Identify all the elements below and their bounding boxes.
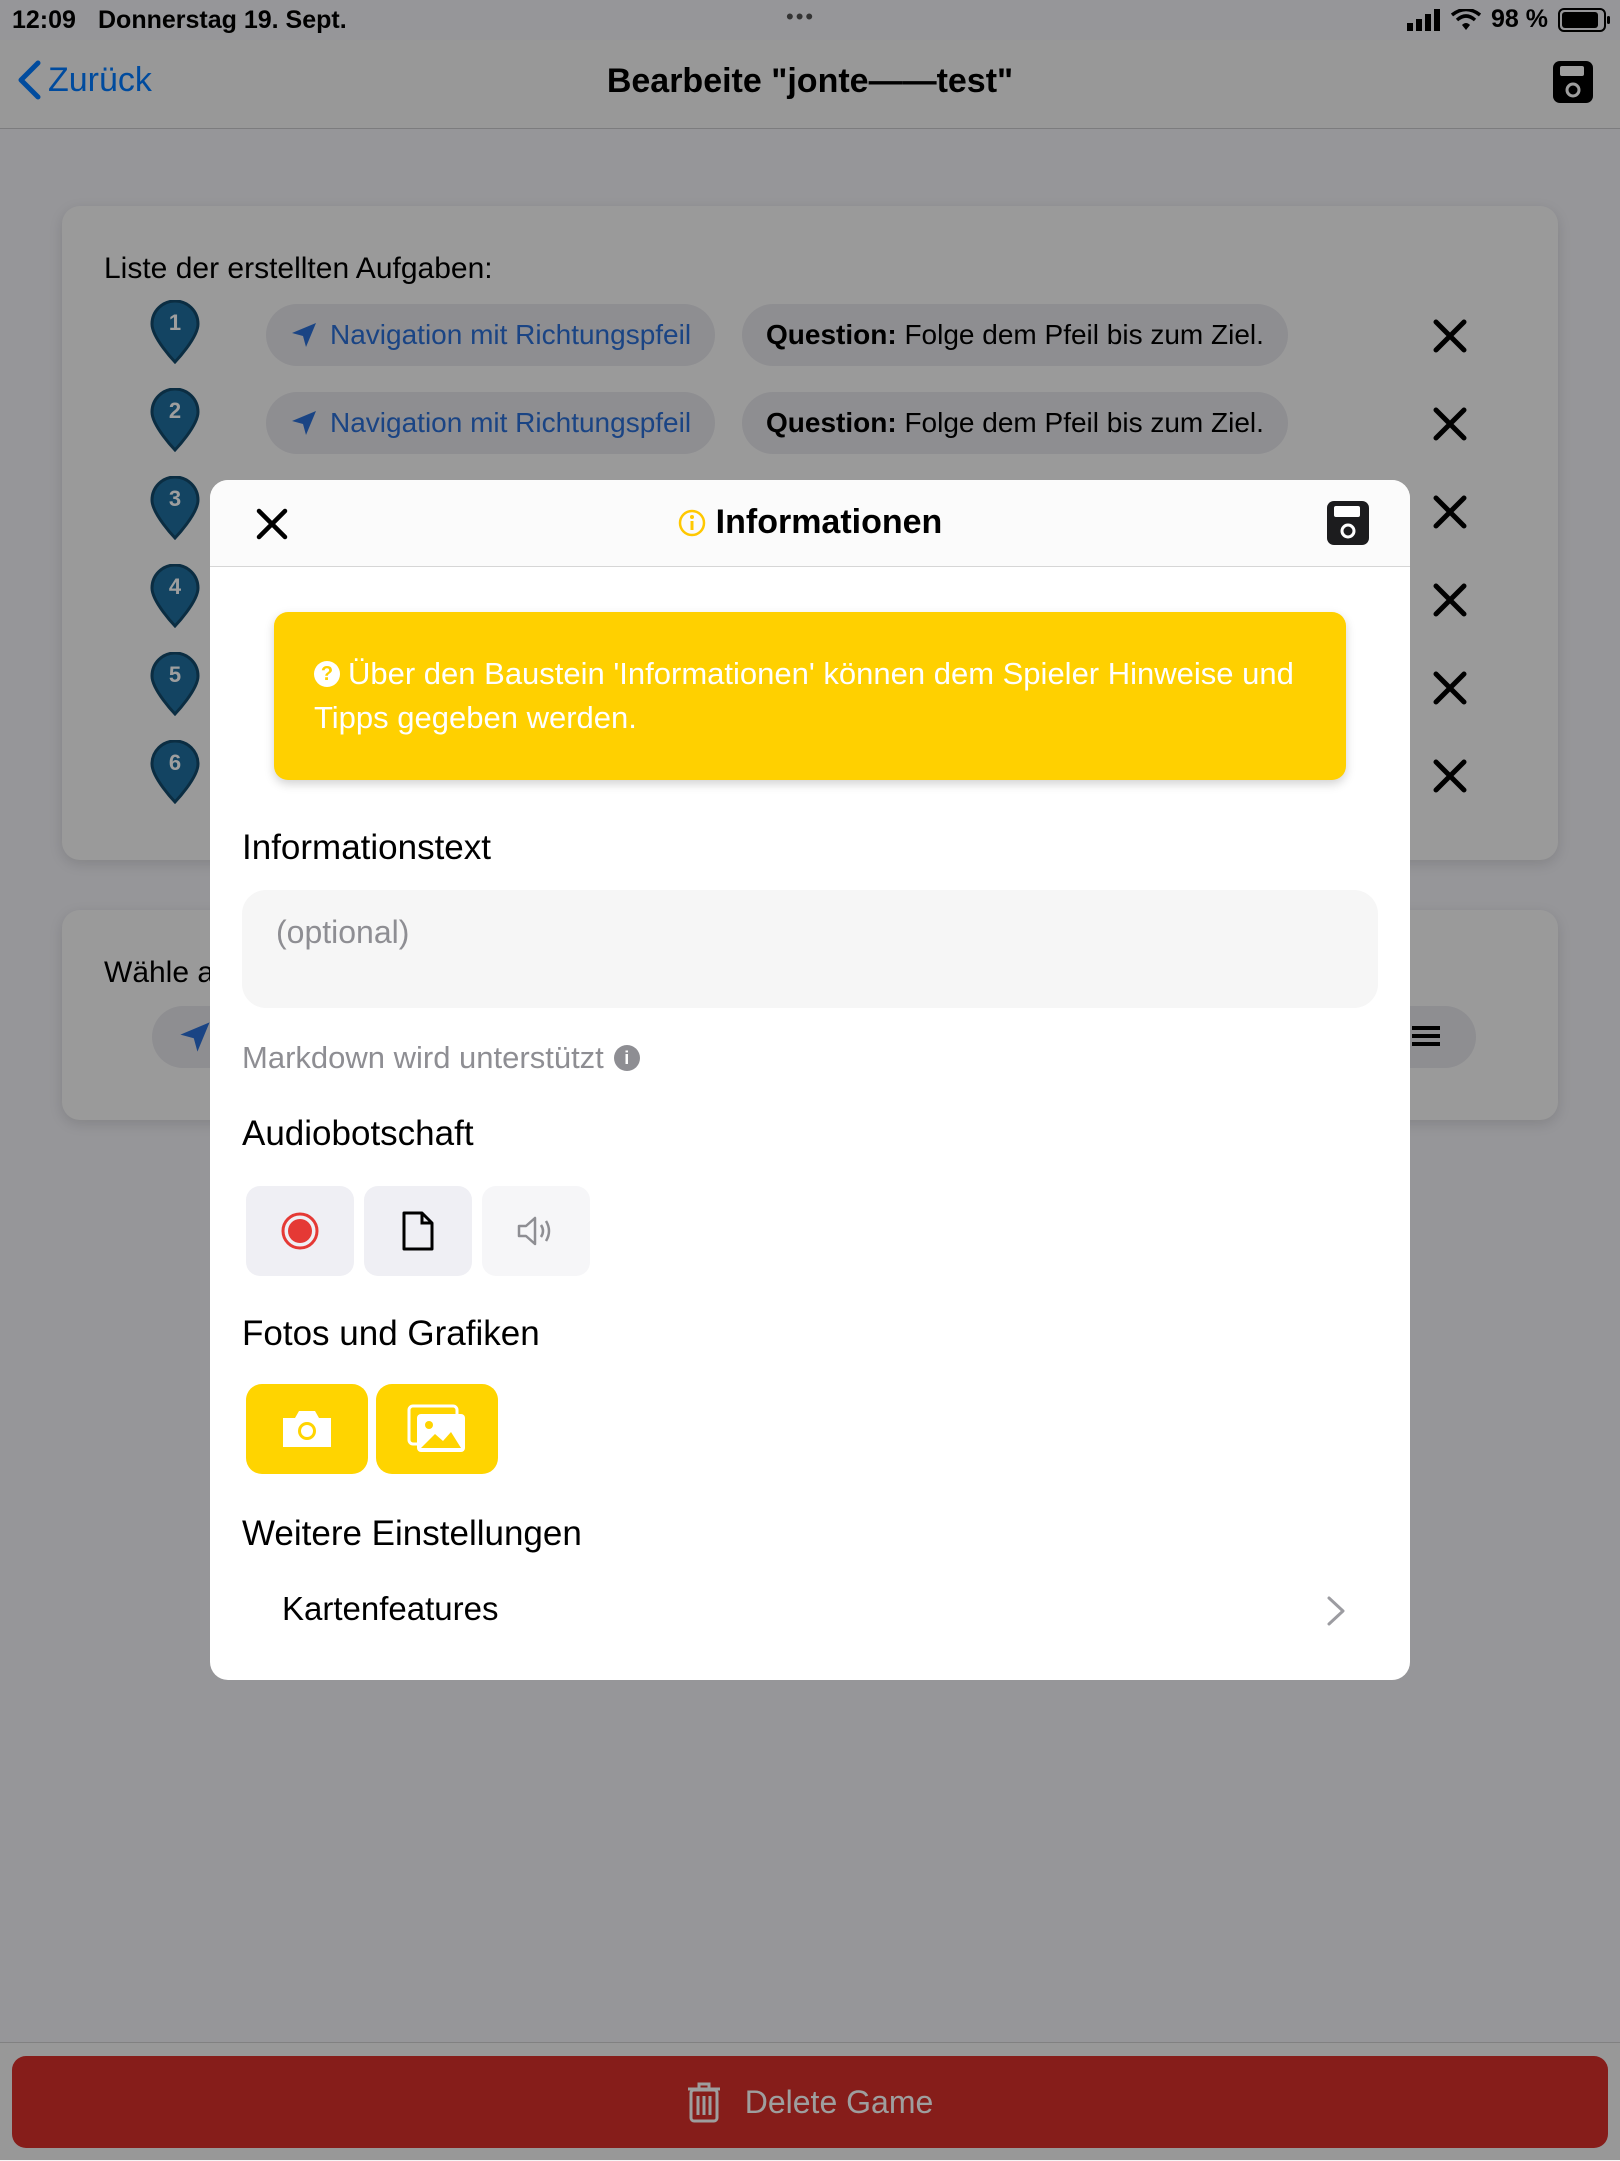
settings-heading: Weitere Einstellungen	[242, 1514, 582, 1553]
gallery-button[interactable]	[376, 1384, 498, 1474]
play-audio-button[interactable]	[482, 1186, 590, 1276]
file-icon	[402, 1211, 434, 1251]
speaker-icon	[517, 1216, 551, 1246]
notice-text: Über den Baustein 'Informationen' können…	[314, 656, 1294, 735]
map-features-label: Kartenfeatures	[282, 1590, 499, 1627]
camera-icon	[283, 1411, 331, 1447]
markdown-hint-text: Markdown wird unterstützt	[242, 1040, 604, 1075]
chevron-right-icon	[1327, 1596, 1345, 1626]
markdown-hint: Markdown wird unterstützt i	[242, 1040, 640, 1076]
info-icon	[678, 509, 705, 536]
map-features-row[interactable]: Kartenfeatures	[242, 1576, 1378, 1646]
info-notice: ? Über den Baustein 'Informationen' könne…	[274, 612, 1346, 780]
save-icon[interactable]	[1326, 500, 1370, 546]
modal-title-text: Informationen	[715, 503, 943, 541]
modal-title: Informationen	[210, 503, 1410, 542]
photos-heading: Fotos und Grafiken	[242, 1314, 540, 1353]
info-text-input[interactable]: (optional)	[242, 890, 1378, 1008]
audio-file-button[interactable]	[364, 1186, 472, 1276]
information-modal: Informationen ? Über den Baustein 'Inform…	[210, 480, 1410, 1680]
modal-header: Informationen	[210, 480, 1410, 567]
camera-button[interactable]	[246, 1384, 368, 1474]
record-audio-button[interactable]	[246, 1186, 354, 1276]
image-gallery-icon	[407, 1404, 465, 1452]
info-icon[interactable]: i	[613, 1045, 640, 1071]
info-text-heading: Informationstext	[242, 828, 491, 867]
info-text-placeholder: (optional)	[276, 914, 410, 950]
record-icon	[281, 1212, 319, 1250]
audio-heading: Audiobotschaft	[242, 1114, 474, 1153]
question-circle-icon: ?	[314, 661, 340, 687]
